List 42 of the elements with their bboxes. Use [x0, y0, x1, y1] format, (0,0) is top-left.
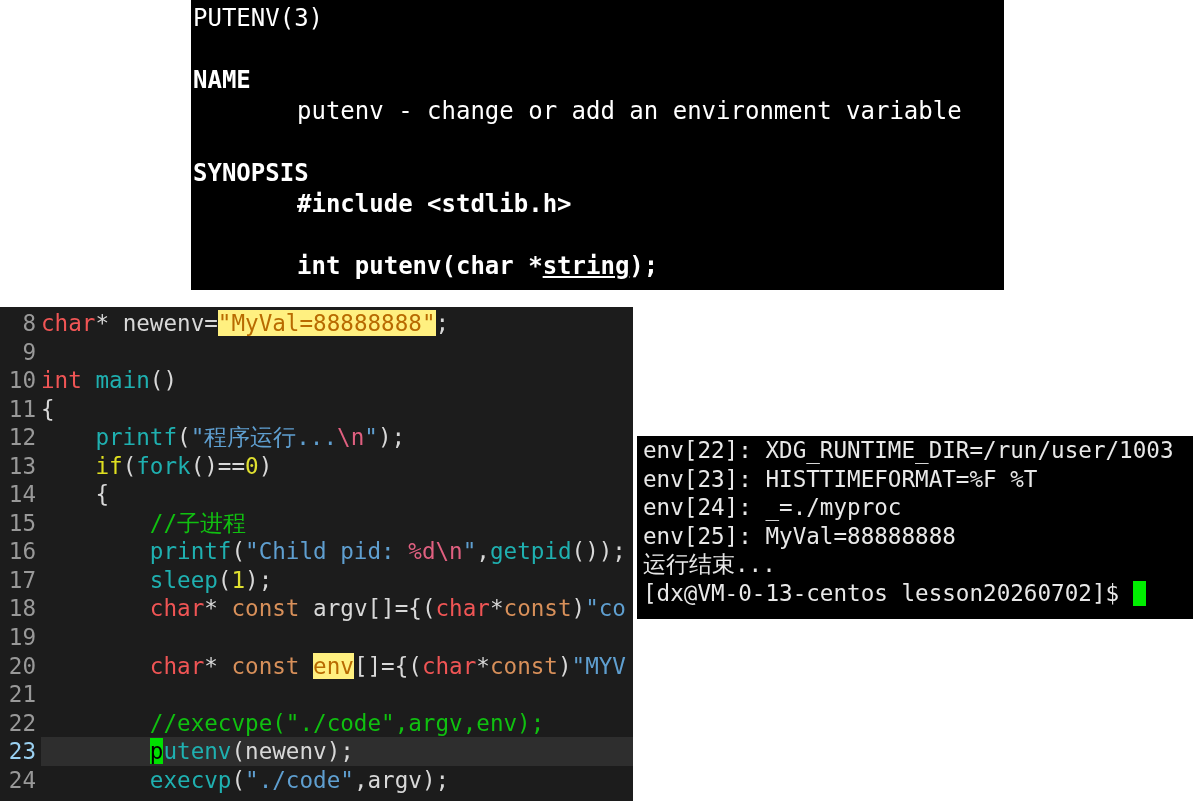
code-line: //子进程: [148, 508, 248, 538]
terminal-output-line: env[22]: XDG_RUNTIME_DIR=/run/user/1003: [643, 436, 1174, 465]
line-number: 21: [7, 680, 37, 709]
section-heading: NAME: [193, 66, 251, 94]
code-line: int main(): [41, 366, 179, 395]
line-number: 10: [7, 366, 37, 395]
code-line: if(fork()==0): [94, 451, 274, 481]
synopsis-line: int putenv(char *string);: [296, 251, 659, 282]
line-number: 22: [7, 708, 37, 738]
line-number: 19: [7, 623, 37, 652]
line-number: 14: [7, 480, 37, 509]
terminal-output-line: env[24]: _=./myproc: [643, 493, 902, 522]
line-number: 20: [7, 651, 37, 681]
code-line: printf("Child pid: %d\n",getpid());: [148, 537, 627, 566]
code-line: {: [41, 394, 56, 424]
code-line: char* const env[]={(char*const)"MYV: [148, 651, 627, 681]
line-number: 13: [7, 451, 37, 481]
synopsis-line: #include <stdlib.h>: [296, 189, 572, 220]
code-line: char* const argv[]={(char*const)"co: [148, 594, 627, 623]
code-line: execvp("./code",argv);: [148, 765, 451, 795]
code-line: {: [94, 480, 110, 509]
code-line: //execvpe("./code",argv,env);: [148, 708, 546, 738]
line-number: 23: [7, 737, 37, 766]
terminal-output-line: env[25]: MyVal=88888888: [643, 521, 956, 551]
man-description: putenv - change or add an environment variable: [296, 96, 962, 127]
line-number: 12: [7, 423, 37, 452]
line-number: 16: [7, 537, 37, 566]
section-heading: SYNOPSIS: [193, 159, 309, 187]
line-number: 8: [21, 309, 37, 338]
line-number: 11: [7, 394, 37, 424]
terminal-output-line: 运行结束...: [643, 550, 776, 579]
code-line: printf("程序运行...\n");: [94, 423, 407, 452]
man-page-title: PUTENV(3): [193, 4, 324, 32]
line-number: 15: [7, 508, 37, 538]
line-number: 9: [21, 337, 37, 367]
line-number: 17: [7, 565, 37, 595]
code-line: char* newenv="MyVal=88888888";: [41, 309, 451, 338]
line-number: 24: [7, 765, 37, 795]
code-line: sleep(1);: [148, 565, 274, 595]
shell-prompt: [dx@VM-0-13-centos lesson20260702]$: [643, 578, 1121, 608]
terminal-output-line: env[23]: HISTTIMEFORMAT=%F %T: [643, 464, 1038, 494]
line-number: 18: [7, 594, 37, 623]
